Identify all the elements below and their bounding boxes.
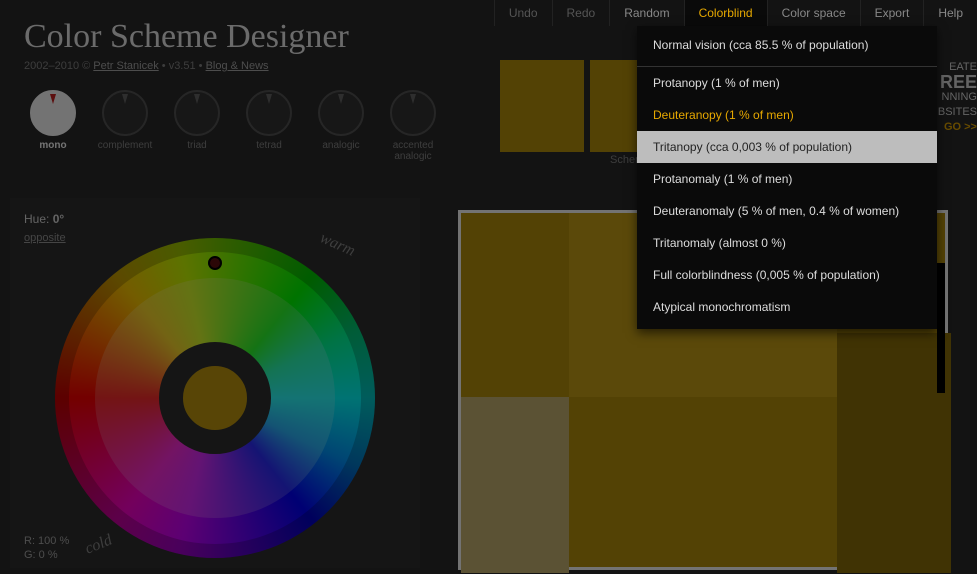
colorblind-dropdown: Normal vision (cca 85.5 % of population)… xyxy=(637,26,937,329)
menu-redo[interactable]: Redo xyxy=(552,0,610,26)
menu-colorspace[interactable]: Color space xyxy=(767,0,860,26)
cb-tritanopy[interactable]: Tritanopy (cca 0,003 % of population) xyxy=(637,131,937,163)
menu-random[interactable]: Random xyxy=(609,0,683,26)
menu-help[interactable]: Help xyxy=(923,0,977,26)
menu-export[interactable]: Export xyxy=(860,0,924,26)
top-menu: Undo Redo Random Colorblind Color space … xyxy=(494,0,977,26)
cb-protanopy[interactable]: Protanopy (1 % of men) xyxy=(637,67,937,99)
cb-atypical[interactable]: Atypical monochromatism xyxy=(637,291,937,323)
cb-deuteranopy[interactable]: Deuteranopy (1 % of men) xyxy=(637,99,937,131)
cb-full[interactable]: Full colorblindness (0,005 % of populati… xyxy=(637,259,937,291)
cb-normal[interactable]: Normal vision (cca 85.5 % of population) xyxy=(637,26,937,67)
cb-deuteranomaly[interactable]: Deuteranomaly (5 % of men, 0.4 % of wome… xyxy=(637,195,937,227)
cb-tritanomaly[interactable]: Tritanomaly (almost 0 %) xyxy=(637,227,937,259)
cb-protanomaly[interactable]: Protanomaly (1 % of men) xyxy=(637,163,937,195)
menu-colorblind[interactable]: Colorblind xyxy=(684,0,767,26)
menu-undo[interactable]: Undo xyxy=(494,0,552,26)
